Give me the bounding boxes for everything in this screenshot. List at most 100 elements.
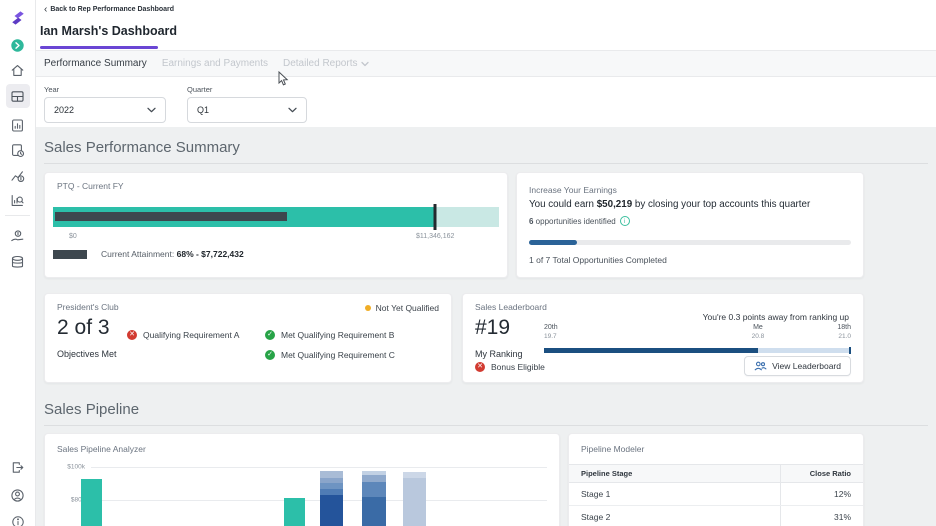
sidebar xyxy=(0,0,36,526)
check-circle-icon: ✓ xyxy=(265,350,275,360)
quarter-select[interactable]: Q1 xyxy=(187,97,307,123)
earnings-card-title: Increase Your Earnings xyxy=(529,185,617,195)
pipeline-bar[interactable] xyxy=(403,471,426,526)
leaderboard-scale: 20th 19.7 Me 20.8 18th 21.0 xyxy=(544,324,851,354)
year-select[interactable]: 2022 xyxy=(44,97,166,123)
ptq-legend-label: Current Attainment: xyxy=(101,249,175,259)
info-tooltip-icon[interactable]: i xyxy=(619,216,630,226)
tab-performance-summary[interactable]: Performance Summary xyxy=(44,58,147,69)
pipeline-bar[interactable] xyxy=(81,478,102,526)
main-area: ‹ Back to Rep Performance Dashboard Ian … xyxy=(36,0,936,526)
quarter-select-value: Q1 xyxy=(197,105,210,115)
statements-icon[interactable] xyxy=(6,138,30,162)
presidents-club-card: President's Club Not Yet Qualified 2 of … xyxy=(44,293,452,383)
stage-cell: Stage 2 xyxy=(569,506,781,526)
people-icon xyxy=(754,361,767,371)
content: Sales Performance Summary PTQ - Current … xyxy=(36,139,936,526)
chevron-down-icon xyxy=(147,107,156,113)
ptq-legend-swatch xyxy=(53,249,87,259)
earnings-card: Increase Your Earnings You could earn $5… xyxy=(516,172,864,278)
dashboards-icon[interactable] xyxy=(5,84,30,108)
chevron-down-icon xyxy=(361,61,370,67)
ptq-quota-marker xyxy=(433,204,437,230)
chevron-down-icon xyxy=(288,107,297,113)
close-ratio-cell: 31% xyxy=(833,512,851,522)
qualification-status: Not Yet Qualified xyxy=(364,303,439,313)
section-heading-performance: Sales Performance Summary xyxy=(44,139,240,156)
pipeline-bar[interactable] xyxy=(320,470,343,526)
pipeline-bar[interactable] xyxy=(284,498,305,526)
ptq-legend: Current Attainment: 68% - $7,722,432 xyxy=(53,249,244,259)
tab-detailed-reports[interactable]: Detailed Reports xyxy=(282,58,370,69)
section-divider xyxy=(44,425,928,426)
reports-icon[interactable] xyxy=(6,113,30,137)
account-icon[interactable] xyxy=(6,483,30,507)
payouts-icon[interactable] xyxy=(6,224,30,248)
view-leaderboard-button[interactable]: View Leaderboard xyxy=(744,356,851,376)
section-divider xyxy=(44,163,928,164)
pipeline-chart-plot: $100k $80k xyxy=(57,456,547,526)
opportunities-text: opportunities identified xyxy=(533,216,616,226)
view-leaderboard-label: View Leaderboard xyxy=(772,361,841,371)
my-rank-label: My Ranking xyxy=(475,349,523,359)
ranking-end-tick xyxy=(849,347,851,354)
back-link[interactable]: ‹ Back to Rep Performance Dashboard xyxy=(44,4,175,15)
analytics-icon[interactable] xyxy=(6,188,30,212)
tab-detailed-reports-label: Detailed Reports xyxy=(282,58,358,69)
requirement-c-label: Met Qualifying Requirement C xyxy=(281,350,395,360)
scale-label-me: Me xyxy=(753,324,763,331)
column-header-stage: Pipeline Stage xyxy=(569,465,781,482)
gridline-100k xyxy=(91,467,547,468)
scale-label-20th: 20th xyxy=(544,324,558,331)
requirement-c: ✓ Met Qualifying Requirement C xyxy=(265,350,395,360)
pipeline-analyzer-card: Sales Pipeline Analyzer $100k $80k xyxy=(44,433,560,526)
gridline-80k xyxy=(91,500,547,501)
leaderboard-hint: You're 0.3 points away from ranking up xyxy=(702,312,849,322)
home-icon[interactable] xyxy=(6,58,30,82)
ptq-progress-bar xyxy=(53,204,499,230)
ptq-quota-label: $11,346,162 xyxy=(416,233,455,240)
page-title: Ian Marsh's Dashboard xyxy=(40,24,178,38)
ptq-min-label: $0 xyxy=(69,233,77,240)
column-header-close-ratio: Close Ratio xyxy=(809,469,851,478)
ranking-progress-fill xyxy=(544,348,758,353)
data-icon[interactable] xyxy=(6,250,30,274)
sidebar-divider xyxy=(5,215,30,216)
table-row[interactable]: Stage 2 31% xyxy=(569,506,863,526)
x-circle-icon: ✕ xyxy=(127,330,137,340)
close-ratio-cell: 12% xyxy=(833,489,851,499)
requirement-b-label: Met Qualifying Requirement B xyxy=(281,330,395,340)
scale-value-me: 20.8 xyxy=(751,333,765,340)
quarter-filter-label: Quarter xyxy=(187,85,213,94)
earnings-message-prefix: You could earn xyxy=(529,199,597,210)
objectives-label: Objectives Met xyxy=(57,349,117,359)
ptq-card: PTQ - Current FY $0 $11,346,162 Current … xyxy=(44,172,508,278)
ptq-card-title: PTQ - Current FY xyxy=(57,181,124,191)
logout-icon[interactable] xyxy=(6,455,30,479)
tab-bar: Performance Summary Earnings and Payment… xyxy=(36,50,936,77)
requirement-a-label: Qualifying Requirement A xyxy=(143,330,240,340)
scale-label-18th: 18th xyxy=(837,324,851,331)
commissions-icon[interactable] xyxy=(6,163,30,187)
back-link-label: Back to Rep Performance Dashboard xyxy=(50,6,175,13)
status-dot-icon xyxy=(364,305,371,311)
top-header: ‹ Back to Rep Performance Dashboard Ian … xyxy=(36,0,936,50)
quick-access-icon[interactable] xyxy=(6,33,30,57)
info-icon[interactable] xyxy=(6,510,30,526)
leaderboard-card: Sales Leaderboard You're 0.3 points away… xyxy=(462,293,864,383)
filter-row: Year 2022 Quarter Q1 xyxy=(36,77,936,127)
scale-value-20th: 19.7 xyxy=(544,333,557,340)
ptq-legend-value: 68% - $7,722,432 xyxy=(176,249,244,259)
logo-icon[interactable] xyxy=(6,6,30,30)
objectives-count: 2 of 3 xyxy=(57,316,110,339)
check-circle-icon: ✓ xyxy=(265,330,275,340)
earnings-progress-label: 1 of 7 Total Opportunities Completed xyxy=(529,255,667,265)
presidents-club-title: President's Club xyxy=(57,302,119,312)
my-rank-value: #19 xyxy=(475,316,511,339)
bonus-eligible-label: Bonus Eligible xyxy=(491,362,545,372)
earnings-amount: $50,219 xyxy=(596,199,633,210)
tab-earnings-and-payments[interactable]: Earnings and Payments xyxy=(162,58,268,69)
table-row[interactable]: Stage 1 12% xyxy=(569,483,863,506)
back-chevron-icon: ‹ xyxy=(44,4,48,15)
pipeline-bar[interactable] xyxy=(362,470,386,526)
